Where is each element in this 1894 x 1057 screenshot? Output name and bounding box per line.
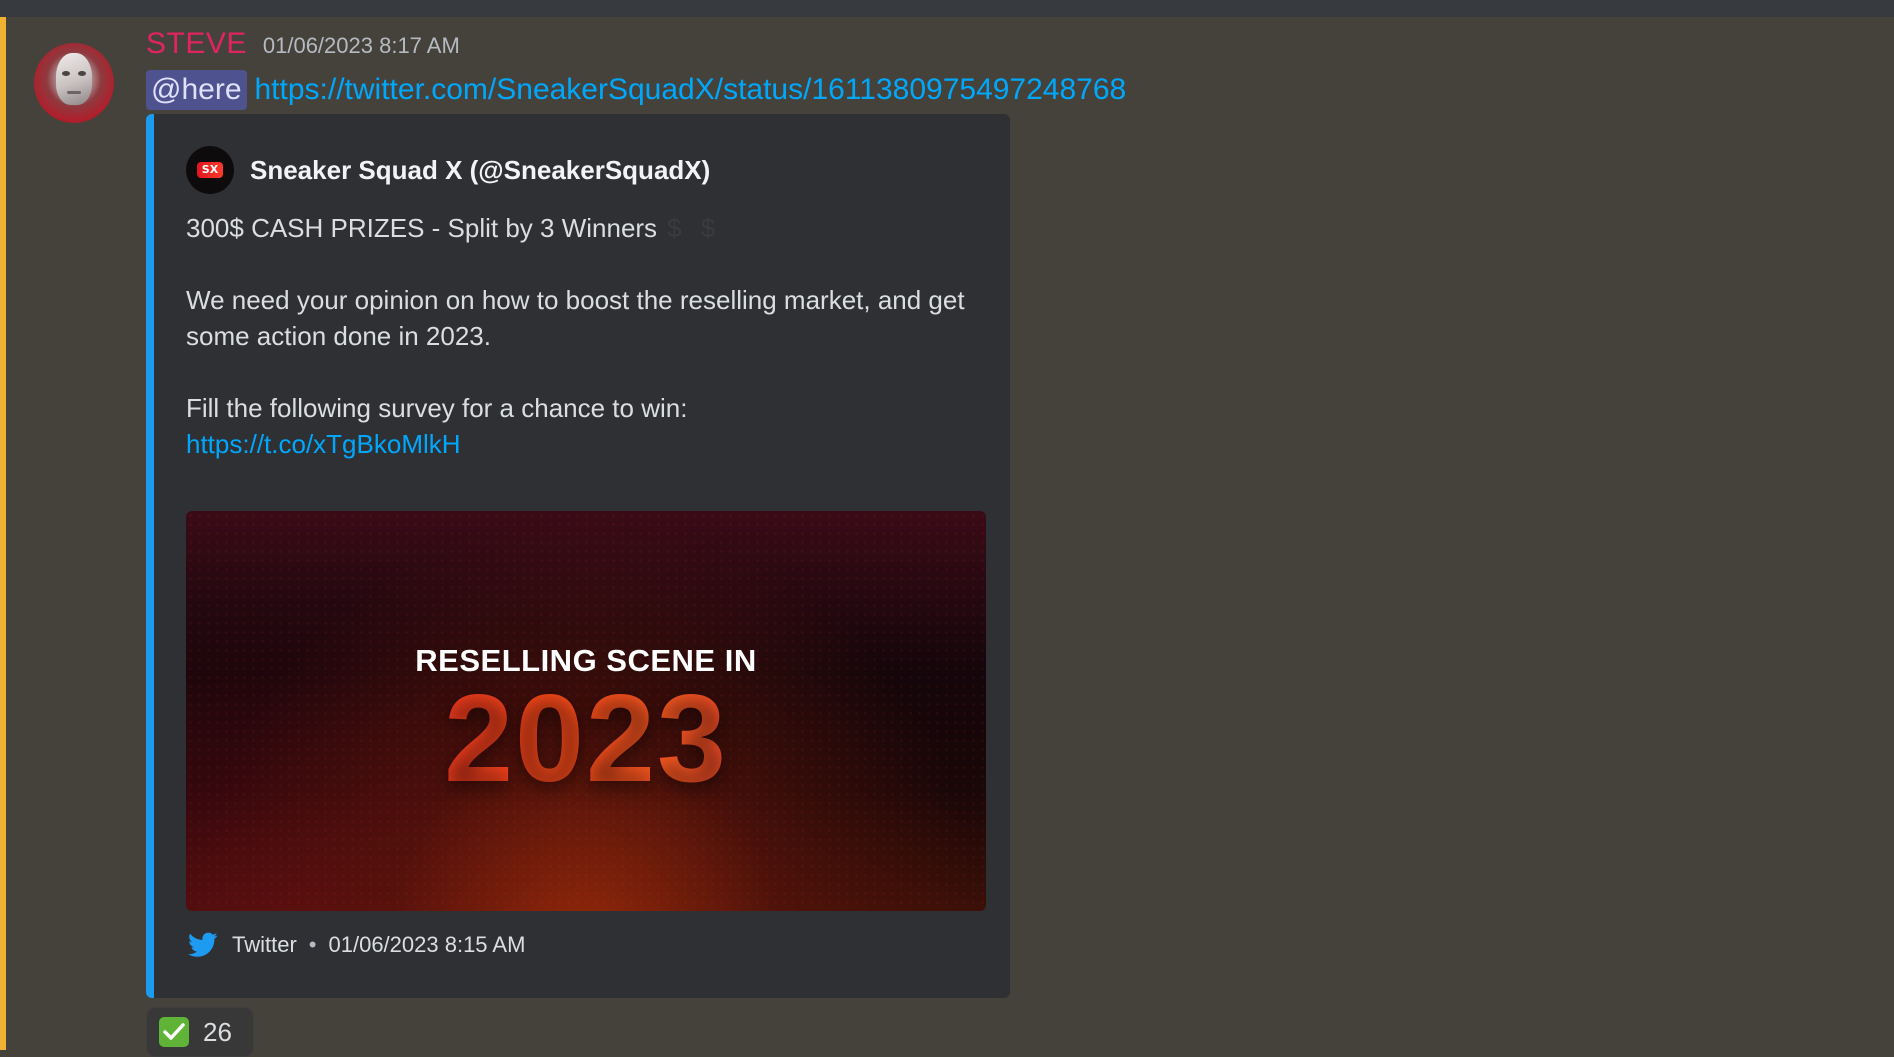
avatar-mouth [67, 91, 81, 94]
link-embed: SX Sneaker Squad X (@SneakerSquadX) 300$… [146, 114, 1010, 998]
message-timestamp: 01/06/2023 8:17 AM [262, 33, 460, 58]
avatar[interactable] [34, 43, 114, 123]
tweet-link[interactable]: https://twitter.com/SneakerSquadX/status… [255, 73, 1127, 107]
here-mention[interactable]: @here [146, 70, 247, 110]
embed-description-para3: Fill the following survey for a chance t… [186, 393, 688, 423]
embed-description: 300$ CASH PRIZES - Split by 3 Winners $ $… [186, 210, 986, 462]
survey-link[interactable]: https://t.co/xTgBkoMlkH [186, 429, 461, 459]
avatar-eye [62, 71, 70, 76]
embed-image[interactable]: RESELLING SCENE IN 2023 [186, 511, 986, 911]
embed-author-name[interactable]: Sneaker Squad X (@SneakerSquadX) [250, 155, 710, 186]
embed-author: SX Sneaker Squad X (@SneakerSquadX) [186, 145, 710, 195]
message-content: @here https://twitter.com/SneakerSquadX/… [146, 69, 1126, 111]
embed-footer-source: Twitter [232, 932, 297, 957]
chat-message: STEVE 01/06/2023 8:17 AM @here https://t… [0, 17, 1894, 1057]
image-year-text: 2023 [186, 677, 986, 801]
username[interactable]: STEVE [146, 27, 247, 61]
top-bar [0, 0, 1894, 17]
avatar-face [56, 53, 92, 105]
embed-footer-timestamp: 01/06/2023 8:15 AM [328, 932, 526, 957]
sneaker-squad-logo-icon: SX [186, 146, 234, 194]
avatar-eye [78, 71, 86, 76]
white-check-mark-icon [159, 1017, 189, 1047]
reaction-count: 26 [203, 1016, 232, 1047]
embed-description-line1: 300$ CASH PRIZES - Split by 3 Winners [186, 213, 658, 243]
footer-separator: • [308, 932, 317, 957]
embed-description-para2: We need your opinion on how to boost the… [186, 285, 965, 351]
embed-footer: Twitter • 01/06/2023 8:15 AM [186, 928, 525, 962]
message-header: STEVE 01/06/2023 8:17 AM [146, 27, 460, 67]
dollar-emoji: $ $ [667, 213, 722, 243]
twitter-icon [186, 928, 220, 962]
